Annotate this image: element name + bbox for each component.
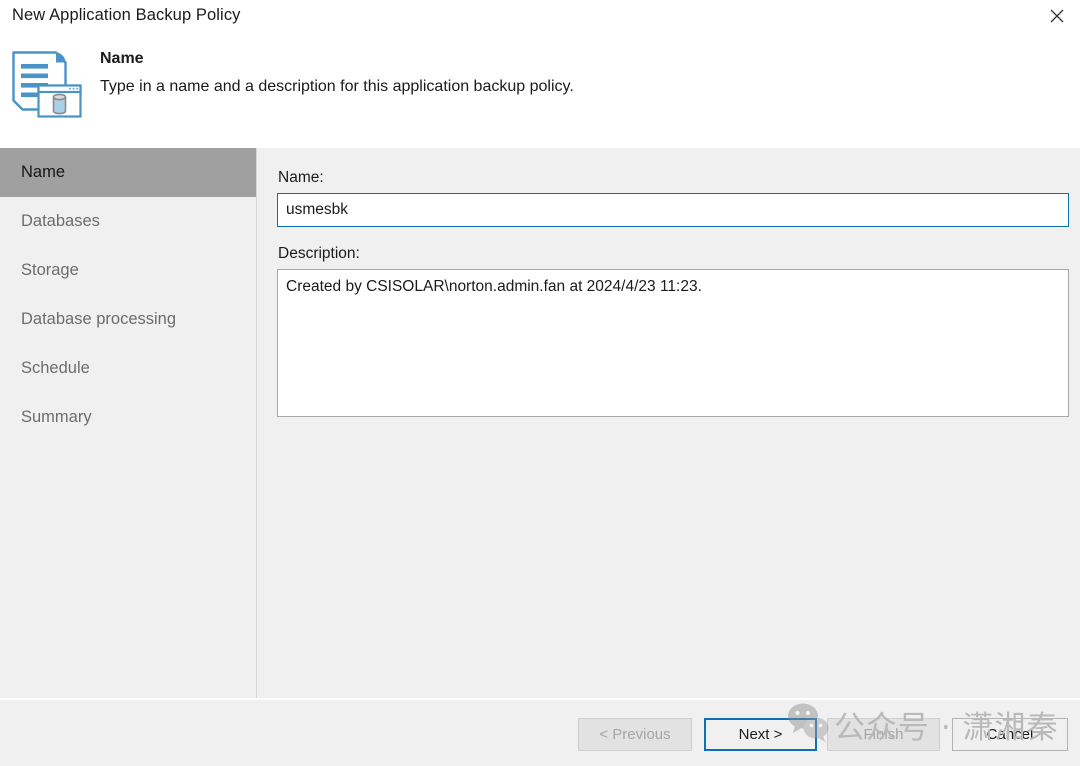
previous-button[interactable]: < Previous	[578, 718, 692, 751]
name-field-label: Name:	[278, 169, 324, 186]
wizard-step-sidebar: Name Databases Storage Database processi…	[0, 148, 257, 698]
wizard-body: Name Databases Storage Database processi…	[0, 148, 1080, 698]
sidebar-item-label: Name	[21, 163, 66, 181]
cancel-button[interactable]: Cancel	[952, 718, 1068, 751]
sidebar-item-storage[interactable]: Storage	[0, 246, 256, 295]
wizard-header: Name Type in a name and a description fo…	[0, 34, 1080, 148]
sidebar-item-databases[interactable]: Databases	[0, 197, 256, 246]
sidebar-item-label: Storage	[21, 261, 79, 279]
sidebar-item-schedule[interactable]: Schedule	[0, 344, 256, 393]
header-description: Type in a name and a description for thi…	[100, 78, 574, 95]
description-field-label: Description:	[278, 245, 360, 262]
close-icon[interactable]	[1034, 0, 1080, 32]
name-input[interactable]	[277, 193, 1069, 227]
wizard-footer: < Previous Next > Finish Cancel	[0, 699, 1080, 766]
window-title: New Application Backup Policy	[12, 6, 241, 24]
header-title: Name	[100, 50, 144, 67]
sidebar-item-database-processing[interactable]: Database processing	[0, 295, 256, 344]
wizard-dialog: New Application Backup Policy Name Type …	[0, 0, 1080, 766]
document-database-backup-icon	[9, 45, 85, 121]
sidebar-item-label: Summary	[21, 408, 92, 426]
sidebar-item-label: Database processing	[21, 310, 177, 328]
title-bar: New Application Backup Policy	[0, 0, 1080, 34]
wizard-content-panel: Name: Description:	[258, 148, 1080, 698]
sidebar-item-label: Schedule	[21, 359, 90, 377]
sidebar-item-name[interactable]: Name	[0, 148, 256, 197]
next-button[interactable]: Next >	[704, 718, 817, 751]
sidebar-item-label: Databases	[21, 212, 100, 230]
sidebar-item-summary[interactable]: Summary	[0, 393, 256, 442]
description-textarea[interactable]	[277, 269, 1069, 417]
finish-button[interactable]: Finish	[827, 718, 940, 751]
